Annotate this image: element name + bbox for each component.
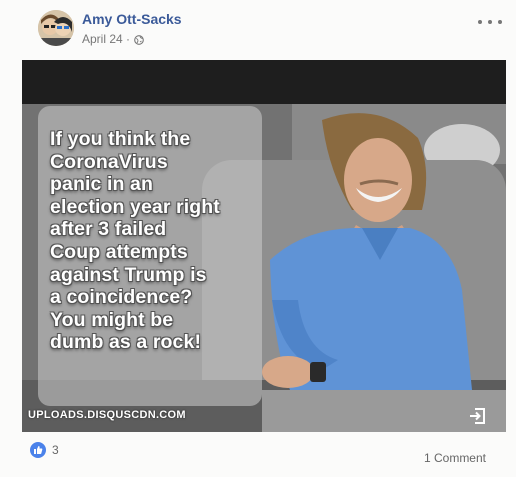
reactions-summary[interactable]: 3 — [30, 442, 59, 458]
meme-line: dumb as a rock! — [50, 331, 202, 354]
like-count: 3 — [52, 443, 59, 457]
meme-line: You might be — [50, 308, 174, 331]
meme-line: election year right — [50, 195, 220, 218]
author-name[interactable]: Amy Ott-Sacks — [82, 11, 182, 27]
more-dot — [498, 20, 502, 24]
meme-line: Coup attempts — [50, 240, 188, 263]
avatar-photo — [38, 10, 74, 46]
meme-line: If you think the — [50, 128, 191, 150]
meme-line: after 3 failed — [50, 218, 167, 241]
more-dot — [478, 20, 482, 24]
comments-link[interactable]: 1 Comment — [424, 451, 486, 465]
image-watermark: UPLOADS.DISQUSCDN.COM — [28, 409, 186, 421]
more-options-icon[interactable] — [478, 16, 502, 28]
meme-line: against Trump is — [50, 263, 207, 286]
meme-line: a coincidence? — [50, 286, 193, 309]
more-dot — [488, 20, 492, 24]
thumbs-up-icon — [30, 442, 46, 458]
post-meta: April 24 · — [82, 32, 144, 46]
post-card: Amy Ott-Sacks April 24 · If you think th… — [0, 0, 516, 477]
meme-line: panic in an — [50, 173, 153, 196]
meme-text: If you think the CoronaVirus panic in an… — [50, 128, 270, 354]
globe-icon — [134, 34, 144, 45]
external-link-icon[interactable] — [468, 406, 488, 426]
post-date[interactable]: April 24 · — [82, 32, 130, 46]
post-image[interactable]: If you think the CoronaVirus panic in an… — [22, 60, 506, 432]
meme-line: CoronaVirus — [50, 150, 168, 173]
avatar[interactable] — [38, 10, 74, 46]
